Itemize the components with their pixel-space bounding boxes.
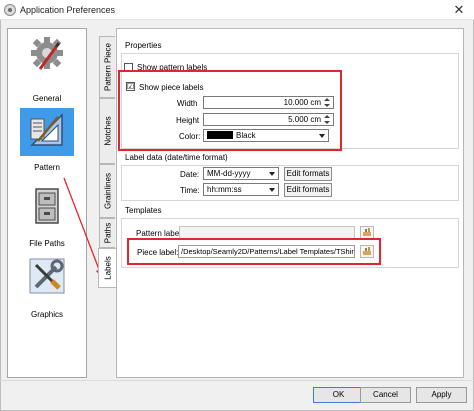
time-label: Time: (180, 186, 200, 195)
file-cabinet-icon (35, 188, 59, 224)
labels-panel: Properties Show pattern labels ☑ Show pi… (116, 28, 464, 378)
ok-button[interactable]: OK (313, 387, 364, 403)
show-piece-labels-label: Show piece labels (139, 83, 204, 92)
time-format-dropdown[interactable]: hh:mm:ss (203, 183, 279, 196)
tab-label: Pattern Piece (103, 42, 112, 92)
pattern-label-browse-button[interactable] (360, 226, 374, 239)
cancel-button[interactable]: Cancel (360, 387, 411, 403)
show-piece-labels-checkbox[interactable]: ☑ (126, 82, 135, 91)
time-format-value: hh:mm:ss (207, 185, 242, 194)
properties-group-title: Properties (125, 41, 162, 50)
close-button[interactable]: ✕ (444, 0, 474, 20)
chevron-down-icon (269, 172, 275, 176)
height-label: Height (176, 116, 200, 125)
edit-date-formats-button[interactable]: Edit formats (284, 167, 332, 181)
pattern-label-label: Pattern label: (136, 229, 184, 238)
sidebar-item-label: Graphics (30, 310, 63, 319)
folder-icon (363, 247, 371, 255)
sidebar-item-graphics[interactable]: Graphics (8, 257, 86, 327)
button-separator (0, 380, 474, 381)
sidebar-item-label: File Paths (29, 239, 65, 248)
apply-button[interactable]: Apply (416, 387, 467, 403)
sidebar-item-general[interactable]: General (8, 35, 86, 105)
wrench-screwdriver-icon (29, 258, 65, 294)
width-spinbox[interactable]: 10.000 cm (203, 96, 334, 109)
preferences-sidebar: General Pattern File Paths Graphics (7, 28, 87, 378)
sidebar-item-file-paths[interactable]: File Paths (8, 187, 86, 257)
title-bar: Application Preferences ✕ (0, 0, 474, 20)
chevron-down-icon (319, 134, 325, 138)
sidebar-item-label: General (32, 94, 62, 103)
piece-label-path-field[interactable]: /Desktop/Seamly2D/Patterns/Label Templat… (178, 245, 355, 258)
templates-group-title: Templates (125, 206, 162, 215)
preferences-tabs: Pattern Piece Notches Grainlines Paths L… (98, 28, 116, 378)
piece-label-browse-button[interactable] (360, 245, 374, 258)
tab-labels[interactable]: Labels (98, 248, 116, 288)
show-pattern-labels-label: Show pattern labels (137, 63, 208, 72)
width-label: Width (177, 99, 198, 108)
pattern-label-path-field[interactable] (179, 226, 355, 239)
height-value: 5.000 cm (288, 115, 321, 124)
sidebar-item-label: Pattern (34, 163, 60, 172)
color-value: Black (236, 131, 256, 140)
window-title: Application Preferences (20, 5, 116, 15)
piece-label-label: Piece label: (137, 248, 179, 257)
tab-pattern-piece[interactable]: Pattern Piece (99, 36, 115, 98)
tab-label: Notches (103, 116, 112, 146)
chevron-down-icon (269, 188, 275, 192)
spin-arrows[interactable] (323, 97, 332, 108)
date-label: Date: (180, 170, 200, 179)
color-dropdown[interactable]: Black (203, 129, 329, 142)
date-format-dropdown[interactable]: MM-dd-yyyy (203, 167, 279, 180)
color-label: Color: (179, 132, 201, 141)
folder-icon (363, 228, 371, 236)
tab-paths[interactable]: Paths (99, 218, 115, 248)
preferences-app-icon (4, 4, 16, 16)
show-pattern-labels-checkbox[interactable] (124, 63, 133, 72)
label-data-group-title: Label data (date/time format) (125, 153, 228, 162)
edit-time-formats-button[interactable]: Edit formats (284, 183, 332, 197)
tab-notches[interactable]: Notches (99, 98, 115, 164)
date-format-value: MM-dd-yyyy (207, 169, 251, 178)
tab-label: Paths (103, 222, 112, 244)
tab-label: Labels (103, 256, 112, 280)
color-swatch (207, 131, 233, 139)
sidebar-item-pattern[interactable]: Pattern (8, 108, 86, 181)
tab-label: Grainlines (103, 172, 112, 210)
height-spinbox[interactable]: 5.000 cm (203, 113, 334, 126)
gear-pen-icon (31, 37, 63, 70)
tab-grainlines[interactable]: Grainlines (99, 164, 115, 218)
width-value: 10.000 cm (283, 98, 321, 107)
pattern-triangle-icon (30, 113, 63, 146)
spin-arrows[interactable] (323, 114, 332, 125)
